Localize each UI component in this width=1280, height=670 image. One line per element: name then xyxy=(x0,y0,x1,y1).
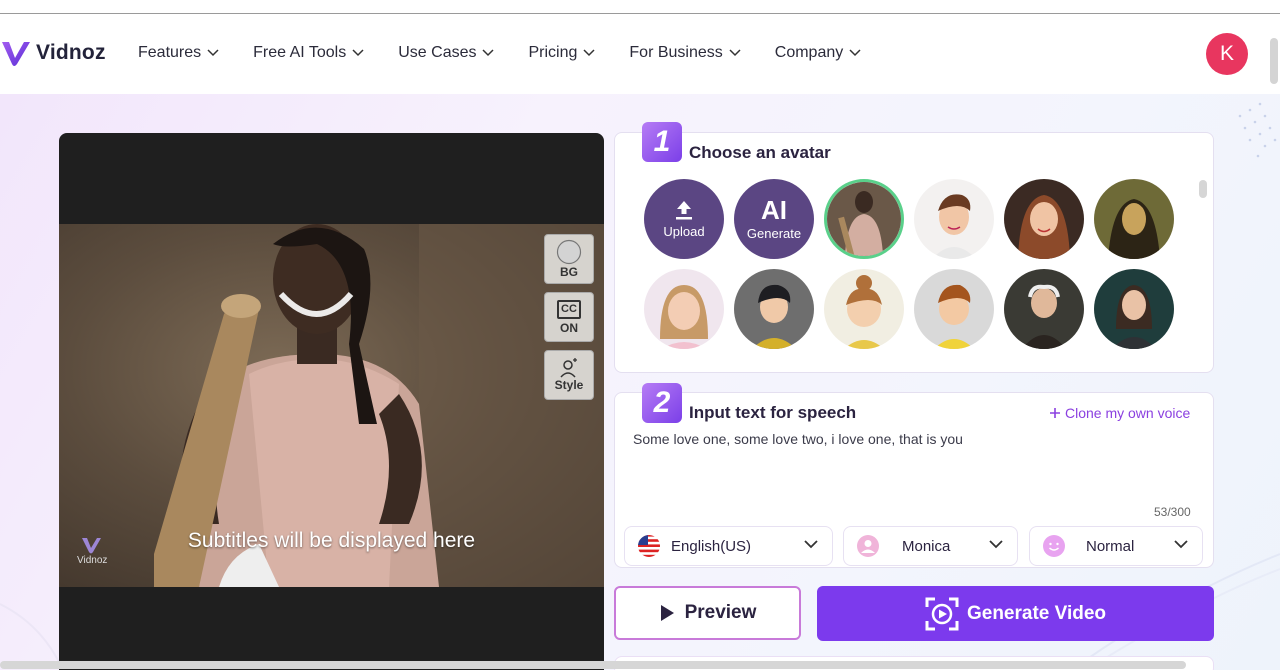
avatar-cartoon-boy-image xyxy=(734,269,814,349)
language-select[interactable]: English(US) xyxy=(624,526,833,566)
generate-video-label: Generate Video xyxy=(966,602,1107,624)
menu-label: For Business xyxy=(629,44,723,61)
menu-features[interactable]: Features xyxy=(138,44,219,62)
avatar-option-cartoon-girl[interactable] xyxy=(644,269,724,349)
generate-video-button[interactable]: Generate Video xyxy=(817,586,1214,641)
watermark-text: Vidnoz xyxy=(77,555,108,566)
menu-label: Features xyxy=(138,44,202,61)
style-button[interactable]: Style xyxy=(544,350,594,400)
captions-label: ON xyxy=(560,320,578,335)
preview-button[interactable]: Preview xyxy=(614,586,801,640)
chevron-down-icon xyxy=(207,49,219,57)
upload-avatar-button[interactable]: Upload xyxy=(644,179,724,259)
menu-free-ai-tools[interactable]: Free AI Tools xyxy=(253,44,364,62)
ai-label: AI xyxy=(761,195,787,225)
avatar-cartoon-kid-image xyxy=(914,269,994,349)
menu-label: Company xyxy=(774,44,844,61)
speech-text-input[interactable]: Some love one, some love two, i love one… xyxy=(633,431,1193,447)
page-scrollbar[interactable] xyxy=(1270,38,1278,84)
clone-voice-link[interactable]: Clone my own voice xyxy=(1049,405,1190,421)
avatar-list-scrollbar[interactable] xyxy=(1199,180,1207,198)
menu-label: Free AI Tools xyxy=(253,44,347,61)
browser-top-strip xyxy=(0,0,1280,14)
vidnoz-logo-icon xyxy=(2,42,30,66)
character-count: 53/300 xyxy=(1154,505,1191,519)
avatar-cartoon-woman-image xyxy=(1004,179,1084,259)
top-navbar: Vidnoz Features Free AI Tools Use Cases … xyxy=(0,14,1280,94)
chevron-down-icon xyxy=(989,540,1003,549)
avatar-option-cartoon-kid[interactable] xyxy=(914,269,994,349)
voice-value: Monica xyxy=(902,537,951,555)
play-icon xyxy=(660,605,674,621)
upload-icon xyxy=(676,201,692,220)
menu-pricing[interactable]: Pricing xyxy=(528,44,595,62)
step-2-badge: 2 xyxy=(642,383,682,423)
main-menu: Features Free AI Tools Use Cases Pricing… xyxy=(138,44,895,62)
avatar-old-man-image xyxy=(1004,269,1084,349)
brand-logo[interactable]: Vidnoz xyxy=(0,36,106,70)
chevron-down-icon xyxy=(849,49,861,57)
avatar-business-woman-image xyxy=(1094,269,1174,349)
chevron-down-icon xyxy=(804,540,818,549)
emotion-select[interactable]: Normal xyxy=(1029,526,1203,566)
avatar-option-business-woman[interactable] xyxy=(1094,269,1174,349)
menu-label: Use Cases xyxy=(398,44,477,61)
avatar-option-old-man[interactable] xyxy=(1004,269,1084,349)
preview-side-controls: BG CC ON Style xyxy=(544,234,594,400)
menu-company[interactable]: Company xyxy=(775,44,861,62)
preview-label: Preview xyxy=(684,602,757,623)
choose-avatar-title: Choose an avatar xyxy=(689,143,831,162)
video-frame-icon xyxy=(925,597,959,630)
generate-label: Generate xyxy=(746,226,802,241)
video-preview: BG CC ON Style Vidnoz Subtitles will be … xyxy=(59,133,604,670)
chevron-down-icon xyxy=(482,49,495,57)
avatar-option-mona-lisa[interactable] xyxy=(1094,179,1174,259)
circle-bg-icon xyxy=(556,239,582,265)
upload-label: Upload xyxy=(663,224,705,239)
chevron-down-icon xyxy=(729,49,741,57)
emotion-value: Normal xyxy=(1086,537,1135,555)
subtitle-text: Subtitles will be displayed here xyxy=(187,529,476,552)
person-style-icon xyxy=(560,358,577,378)
avatar-option-cartoon-man[interactable] xyxy=(914,179,994,259)
bg-label: BG xyxy=(560,265,578,279)
user-avatar[interactable]: K xyxy=(1206,33,1248,75)
avatar-option-cartoon-woman[interactable] xyxy=(1004,179,1084,259)
smiley-icon xyxy=(1043,535,1065,557)
menu-use-cases[interactable]: Use Cases xyxy=(398,44,495,62)
avatar-woman-mat-image xyxy=(827,182,901,256)
clone-voice-label: Clone my own voice xyxy=(1065,405,1191,421)
chevron-down-icon xyxy=(1174,540,1188,549)
step-1-badge: 1 xyxy=(642,122,682,162)
captions-toggle-button[interactable]: CC ON xyxy=(544,292,594,342)
closed-caption-icon: CC xyxy=(557,299,581,319)
ai-generate-avatar-button[interactable]: AI Generate xyxy=(734,179,814,259)
brand-name: Vidnoz xyxy=(36,41,106,64)
decorative-wave-left-icon xyxy=(0,603,60,664)
plus-icon xyxy=(1050,408,1060,418)
avatar-cartoon-girl-image xyxy=(644,269,724,349)
horizontal-scrollbar[interactable] xyxy=(0,661,1186,669)
us-flag-icon xyxy=(638,535,660,557)
bg-button[interactable]: BG xyxy=(544,234,594,284)
style-label: Style xyxy=(554,378,584,392)
avatar-mona-lisa-image xyxy=(1094,179,1174,259)
chevron-down-icon xyxy=(583,49,595,57)
voice-avatar-icon xyxy=(857,535,879,557)
menu-for-business[interactable]: For Business xyxy=(629,44,741,62)
avatar-cartoon-man-image xyxy=(914,179,994,259)
avatar-option-selected[interactable] xyxy=(824,179,904,259)
voice-select[interactable]: Monica xyxy=(843,526,1018,566)
chevron-down-icon xyxy=(352,49,364,57)
menu-label: Pricing xyxy=(528,44,578,61)
avatar-cartoon-girl-bun-image xyxy=(824,269,904,349)
input-text-title: Input text for speech xyxy=(689,403,857,422)
avatar-option-cartoon-girl-bun[interactable] xyxy=(824,269,904,349)
avatar-option-cartoon-boy[interactable] xyxy=(734,269,814,349)
language-value: English(US) xyxy=(671,537,752,555)
